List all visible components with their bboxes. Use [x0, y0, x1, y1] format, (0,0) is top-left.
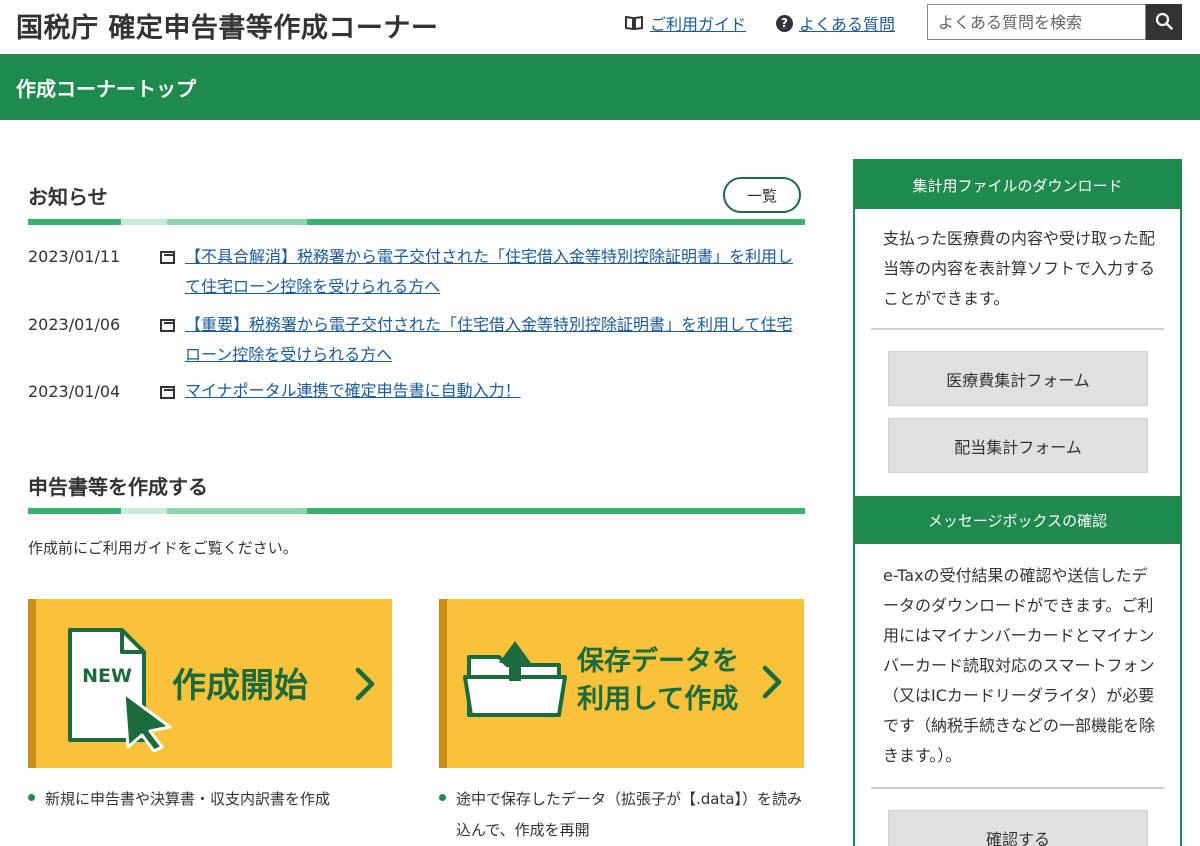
- saved-data-note: 途中で保存したデータ（拡張子が【.data】）を読み込んで、作成を再開: [439, 784, 805, 846]
- start-create-note-text: 新規に申告書や決算書・収支内訳書を作成: [45, 790, 331, 808]
- new-document-icon: NEW: [68, 628, 172, 752]
- create-heading: 申告書等を作成する: [28, 475, 208, 499]
- check-messagebox-button[interactable]: 確認する: [888, 810, 1148, 846]
- dividend-form-button[interactable]: 配当集計フォーム: [888, 418, 1148, 473]
- site-header: 国税庁 確定申告書等作成コーナー ご利用ガイド ? よくある質問: [0, 0, 1200, 54]
- faq-link[interactable]: ? よくある質問: [776, 11, 895, 35]
- saved-data-note-text: 途中で保存したデータ（拡張子が【.data】）を読み込んで、作成を再開: [456, 790, 803, 839]
- download-panel-title: 集計用ファイルのダウンロード: [855, 161, 1180, 209]
- medical-expense-form-button[interactable]: 医療費集計フォーム: [888, 351, 1148, 406]
- site-title[interactable]: 国税庁 確定申告書等作成コーナー: [16, 6, 438, 45]
- load-saved-data-label: 保存データを 利用して作成: [577, 643, 739, 719]
- create-heading-rule: [28, 508, 805, 514]
- news-link[interactable]: 【不具合解消】税務署から電子交付された「住宅借入金等特別控除証明書」を利用して住…: [185, 242, 795, 302]
- load-saved-data-label-line2: 利用して作成: [577, 684, 739, 715]
- faq-link-label[interactable]: よくある質問: [799, 11, 895, 35]
- folder-upload-icon: [463, 641, 567, 717]
- page-banner: 作成コーナートップ: [0, 54, 1200, 120]
- news-date: 2023/01/04: [28, 382, 121, 401]
- messagebox-panel-text: e-Taxの受付結果の確認や送信したデータのダウンロードができます。ご利用にはマ…: [883, 566, 1156, 765]
- start-create-label: 作成開始: [172, 666, 308, 706]
- create-intro-text: 作成前にご利用ガイドをご覧ください。: [28, 539, 298, 557]
- start-create-button[interactable]: NEW 作成開始: [28, 599, 392, 768]
- bullet-icon: [28, 794, 35, 801]
- bullet-icon: [439, 794, 446, 801]
- new-badge: NEW: [82, 665, 132, 687]
- guide-link-label[interactable]: ご利用ガイド: [650, 11, 746, 35]
- news-date: 2023/01/11: [28, 247, 121, 266]
- divider: [871, 787, 1164, 789]
- book-icon: [624, 15, 644, 31]
- divider: [871, 328, 1164, 330]
- question-icon: ?: [776, 14, 793, 32]
- start-create-note: 新規に申告書や決算書・収支内訳書を作成: [28, 784, 388, 815]
- news-link[interactable]: マイナポータル連携で確定申告書に自動入力！: [185, 376, 795, 406]
- load-saved-data-label-line1: 保存データを: [577, 646, 739, 677]
- sidebar: 集計用ファイルのダウンロード 支払った医療費の内容や受け取った配当等の内容を表計…: [853, 159, 1182, 846]
- download-panel-text: 支払った医療費の内容や受け取った配当等の内容を表計算ソフトで入力することができま…: [883, 229, 1156, 308]
- news-heading: お知らせ: [28, 185, 108, 209]
- news-all-button[interactable]: 一覧: [723, 177, 801, 213]
- news-date: 2023/01/06: [28, 315, 121, 334]
- window-icon: [160, 386, 175, 399]
- window-icon: [160, 251, 175, 264]
- messagebox-panel-title: メッセージボックスの確認: [855, 496, 1180, 544]
- window-icon: [160, 319, 175, 332]
- guide-link[interactable]: ご利用ガイド: [624, 11, 746, 35]
- news-heading-rule: [28, 219, 805, 225]
- chevron-right-icon: [762, 665, 782, 699]
- search-button[interactable]: [1146, 4, 1182, 40]
- load-saved-data-button[interactable]: 保存データを 利用して作成: [439, 599, 804, 768]
- faq-search-input[interactable]: [927, 4, 1146, 40]
- search-icon: [1155, 12, 1173, 33]
- news-link[interactable]: 【重要】税務署から電子交付された「住宅借入金等特別控除証明書」を利用して住宅ロー…: [185, 310, 795, 370]
- page-title: 作成コーナートップ: [16, 77, 196, 101]
- chevron-right-icon: [355, 667, 375, 701]
